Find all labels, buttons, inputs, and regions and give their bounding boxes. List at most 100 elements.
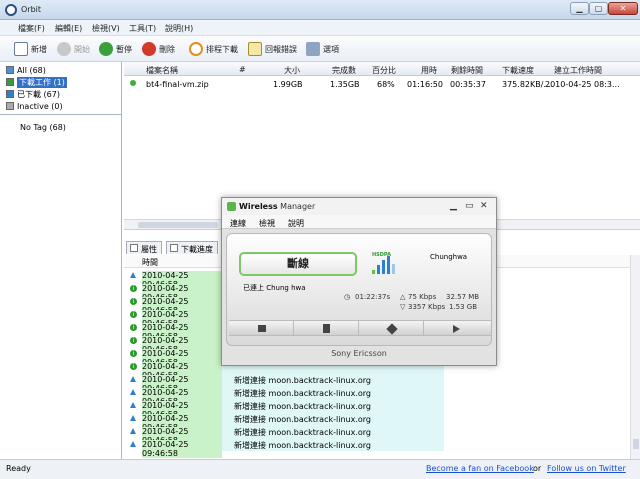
play-icon <box>453 325 460 333</box>
log-row[interactable]: 2010-04-25 09:46:58新增連接 moon.backtrack-l… <box>124 425 444 445</box>
connection-arrow-icon <box>130 441 136 447</box>
inactive-icon <box>6 102 14 110</box>
minimize-button[interactable]: ▁ <box>570 2 589 15</box>
log-message-text: 新增連接 moon.backtrack-linux.org <box>234 428 371 437</box>
menu-help[interactable]: 說明(H) <box>165 23 193 34</box>
tree-label: 已下載 (67) <box>17 89 60 99</box>
list-header: 檔案名稱 # 大小 完成數 百分比 用時 剩餘時間 下載速度 建立工作時間 <box>124 62 640 76</box>
options-button[interactable]: 選項 <box>306 41 339 57</box>
delete-icon <box>142 42 156 56</box>
tag-item-notag[interactable]: No Tag (68) <box>20 123 66 132</box>
play-button[interactable] <box>424 321 489 336</box>
settings-button[interactable] <box>359 321 424 336</box>
title-bar: Orbit ▁ ▢ ✕ <box>0 0 640 20</box>
tab-label: 屬性 <box>141 245 157 254</box>
facebook-link[interactable]: Become a fan on Facebook <box>426 464 534 473</box>
row-time: 01:16:50 <box>407 80 443 89</box>
disconnect-button[interactable]: 斷線 <box>239 252 357 276</box>
log-col-time[interactable]: 時間 <box>142 257 158 268</box>
contacts-button[interactable] <box>294 321 359 336</box>
signal-bar <box>392 264 395 274</box>
upload-rate: 75 Kbps <box>408 293 437 301</box>
col-time[interactable]: 用時 <box>421 65 437 76</box>
tree-item-completed[interactable]: 已下載 (67) <box>6 88 67 100</box>
maximize-button[interactable]: ▢ <box>589 2 608 15</box>
start-button[interactable]: 開始 <box>57 41 90 57</box>
pause-label: 暫停 <box>116 44 132 54</box>
upload-total: 32.57 MB <box>446 293 480 301</box>
menu-bar: 檔案(F) 編輯(E) 檢視(V) 工具(T) 說明(H) <box>0 20 640 36</box>
connection-panel: 斷線 HSDPA Chunghwa 已連上 Chung hwa ◷ 01:22:… <box>226 233 492 346</box>
download-arrow-icon: ▽ <box>400 303 406 311</box>
tree-item-inactive[interactable]: Inactive (0) <box>6 100 67 112</box>
report-icon <box>248 42 262 56</box>
connection-arrow-icon <box>130 415 136 421</box>
tab-progress[interactable]: 下載進度 <box>166 241 218 254</box>
col-done[interactable]: 完成數 <box>332 65 356 76</box>
twitter-link[interactable]: Follow us on Twitter <box>547 464 626 473</box>
wireless-menu-view[interactable]: 檢視 <box>259 218 275 229</box>
close-button[interactable]: ✕ <box>608 2 638 15</box>
menu-tools[interactable]: 工具(T) <box>129 23 156 34</box>
table-row[interactable]: bt4-final-vm.zip 1.99GB 1.35GB 68% 01:16… <box>124 77 640 90</box>
close-icon[interactable]: ✕ <box>480 201 488 211</box>
info-icon: i <box>130 363 137 370</box>
schedule-button[interactable]: 排程下載 <box>189 41 238 57</box>
messages-button[interactable] <box>229 321 294 336</box>
divider <box>0 114 122 115</box>
or-text: or <box>533 464 542 473</box>
delete-label: 刪除 <box>159 44 175 54</box>
tree-label: All (68) <box>17 65 46 75</box>
vertical-scrollbar[interactable] <box>630 255 640 459</box>
info-icon: i <box>130 350 137 357</box>
new-button[interactable]: 新增 <box>14 41 47 57</box>
tab-label: 下載進度 <box>181 245 213 254</box>
new-label: 新增 <box>31 44 47 54</box>
toolbar: 新增 開始 暫停 刪除 排程下載 回報錯誤 選項 <box>0 36 640 62</box>
wireless-menu-help[interactable]: 說明 <box>288 218 304 229</box>
log-row[interactable]: 2010-04-25 09:46:58新增連接 moon.backtrack-l… <box>124 386 444 406</box>
menu-edit[interactable]: 編輯(E) <box>55 23 82 34</box>
delete-button[interactable]: 刪除 <box>142 41 175 57</box>
tree-item-downloading[interactable]: 下載工作 (1) <box>6 76 67 88</box>
connection-arrow-icon <box>130 428 136 434</box>
pause-button[interactable]: 暫停 <box>99 41 132 57</box>
download-icon <box>6 78 14 86</box>
info-icon: i <box>130 311 137 318</box>
restore-icon[interactable]: ▭ <box>465 201 474 211</box>
col-percent[interactable]: 百分比 <box>372 65 396 76</box>
title-rest: Manager <box>277 202 316 211</box>
log-message: 新增連接 moon.backtrack-linux.org <box>222 373 444 386</box>
minimize-icon[interactable]: ▁ <box>450 201 457 211</box>
col-speed[interactable]: 下載速度 <box>502 65 534 76</box>
connection-arrow-icon <box>130 402 136 408</box>
info-icon: i <box>130 324 137 331</box>
tree-item-all[interactable]: All (68) <box>6 64 67 76</box>
wireless-logo-icon <box>227 202 236 211</box>
report-button[interactable]: 回報錯誤 <box>248 41 297 57</box>
col-created[interactable]: 建立工作時間 <box>554 65 602 76</box>
row-done: 1.35GB <box>330 80 360 89</box>
scroll-thumb[interactable] <box>138 222 218 228</box>
clock-icon: ◷ <box>344 293 351 301</box>
wireless-menu-connect[interactable]: 連線 <box>230 218 246 229</box>
col-name[interactable]: 檔案名稱 <box>146 65 178 76</box>
log-message: 新增連接 moon.backtrack-linux.org <box>222 399 444 412</box>
signal-bar <box>382 260 385 274</box>
category-tree: All (68) 下載工作 (1) 已下載 (67) Inactive (0) <box>6 64 67 112</box>
log-row[interactable]: 2010-04-25 09:46:58新增連接 moon.backtrack-l… <box>124 373 444 393</box>
tab-properties[interactable]: 屬性 <box>126 241 162 254</box>
status-bar: Ready Become a fan on Facebook or Follow… <box>0 459 640 479</box>
menu-view[interactable]: 檢視(V) <box>92 23 120 34</box>
col-remaining[interactable]: 剩餘時間 <box>451 65 483 76</box>
start-label: 開始 <box>74 44 90 54</box>
tools-icon <box>306 42 320 56</box>
log-row[interactable]: 2010-04-25 09:46:58新增連接 moon.backtrack-l… <box>124 399 444 419</box>
col-num[interactable]: # <box>239 65 246 74</box>
menu-file[interactable]: 檔案(F) <box>18 23 45 34</box>
info-icon: i <box>130 298 137 305</box>
col-size[interactable]: 大小 <box>284 65 300 76</box>
scroll-thumb[interactable] <box>633 439 639 449</box>
log-row[interactable]: 2010-04-25 09:46:58新增連接 moon.backtrack-l… <box>124 438 444 458</box>
log-row[interactable]: 2010-04-25 09:46:58新增連接 moon.backtrack-l… <box>124 412 444 432</box>
